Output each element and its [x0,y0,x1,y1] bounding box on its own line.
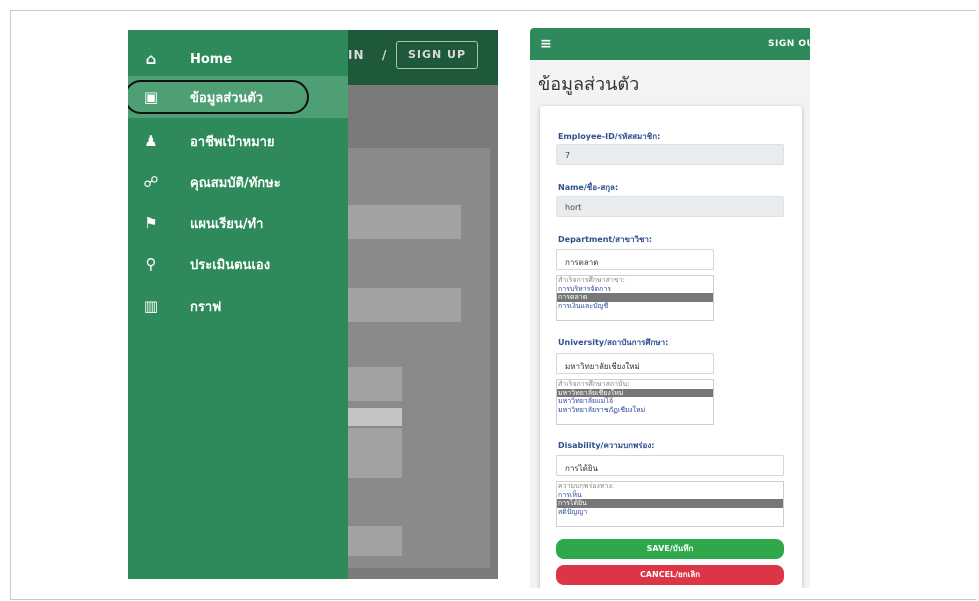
drawer-item-label: แผนเรียน/ทำ [190,216,264,232]
mobile-drawer-screen: IN / SIGN UP ⌂ Home ▣ ข้อมูลส่วนตัว ♟ อา… [128,30,498,579]
name-field: hort [556,196,784,217]
background-field [338,288,461,322]
department-listbox[interactable]: สำเร็จการศึกษาสาขา: การบริหารจัดการ การต… [556,275,714,321]
drawer-item-label: Home [190,51,233,67]
app-bar: ≡ SIGN OUT [530,28,810,60]
list-option[interactable]: มหาวิทยาลัยแม่โจ้ [557,397,713,406]
university-label: University/สถาบันการศึกษา: [558,338,669,347]
drawer-item-label: คุณสมบัติ/ทักษะ [190,175,281,191]
list-caption: สำเร็จการศึกษาสาขา: [558,276,625,284]
employee-id-field: 7 [556,144,784,165]
person-search-icon: ⚲ [145,255,157,273]
university-listbox[interactable]: สำเร็จการศึกษาสถาบัน: มหาวิทยาลัยเชียงให… [556,379,714,425]
disability-label: Disability/ความบกพร่อง: [558,441,655,450]
person-skill-icon: ☍ [143,173,159,191]
list-caption: ความบกพร่องทาง: [558,482,615,490]
home-icon: ⌂ [145,50,157,68]
signup-button[interactable]: SIGN UP [396,41,478,69]
disability-input[interactable]: การได้ยิน [556,455,784,476]
save-button[interactable]: SAVE/บันทึก [556,539,784,559]
list-option[interactable]: การเงินและบัญชี [557,302,713,311]
running-person-icon: ⚑ [144,214,158,232]
cancel-button[interactable]: CANCEL/ยกเลิก [556,565,784,585]
auth-separator: / [382,48,387,62]
navigation-drawer: ⌂ Home ▣ ข้อมูลส่วนตัว ♟ อาชีพเป้าหมาย ☍… [128,30,348,579]
signin-link[interactable]: IN [348,48,365,62]
department-label: Department/สาขาวิชา: [558,235,653,244]
disability-listbox[interactable]: ความบกพร่องทาง: การเห็น การได้ยิน สติปัญ… [556,481,784,527]
drawer-item-skills[interactable]: ☍ คุณสมบัติ/ทักษะ [128,161,348,203]
signout-button[interactable]: SIGN OUT [768,39,810,49]
list-option-selected[interactable]: การตลาด [557,293,713,302]
list-caption: สำเร็จการศึกษาสถาบัน: [558,380,630,388]
drawer-item-self-assessment[interactable]: ⚲ ประเมินตนเอง [128,243,348,285]
list-option-selected[interactable]: การได้ยิน [557,499,783,508]
drawer-item-study-plan[interactable]: ⚑ แผนเรียน/ทำ [128,202,348,244]
drawer-item-label: อาชีพเป้าหมาย [190,134,275,150]
department-input[interactable]: การตลาด [556,249,714,270]
list-option[interactable]: การบริหารจัดการ [557,285,713,294]
employee-id-label: Employee-ID/รหัสสมาชิก: [558,132,661,141]
drawer-item-graph[interactable]: ▥ กราฟ [128,285,348,327]
drawer-item-label: กราฟ [190,299,222,315]
background-field [338,205,461,239]
list-option-selected[interactable]: มหาวิทยาลัยเชียงใหม่ [557,388,713,397]
list-option[interactable]: มหาวิทยาลัยราชภัฏเชียงใหม่ [557,406,713,415]
hamburger-menu-icon[interactable]: ≡ [540,36,552,52]
drawer-item-label: ประเมินตนเอง [190,257,271,273]
name-label: Name/ชื่อ-สกุล: [558,183,619,192]
list-option[interactable]: การเห็น [557,491,783,500]
highlight-annotation [128,80,309,114]
personal-info-screen: ≡ SIGN OUT ข้อมูลส่วนตัว Employee-ID/รหั… [530,28,810,588]
bar-chart-icon: ▥ [143,297,159,315]
drawer-item-home[interactable]: ⌂ Home [128,38,348,80]
page-title: ข้อมูลส่วนตัว [538,74,640,95]
drawer-item-target-career[interactable]: ♟ อาชีพเป้าหมาย [128,120,348,162]
person-target-icon: ♟ [144,132,158,150]
university-input[interactable]: มหาวิทยาลัยเชียงใหม่ [556,353,714,374]
list-option[interactable]: สติปัญญา [557,508,783,517]
